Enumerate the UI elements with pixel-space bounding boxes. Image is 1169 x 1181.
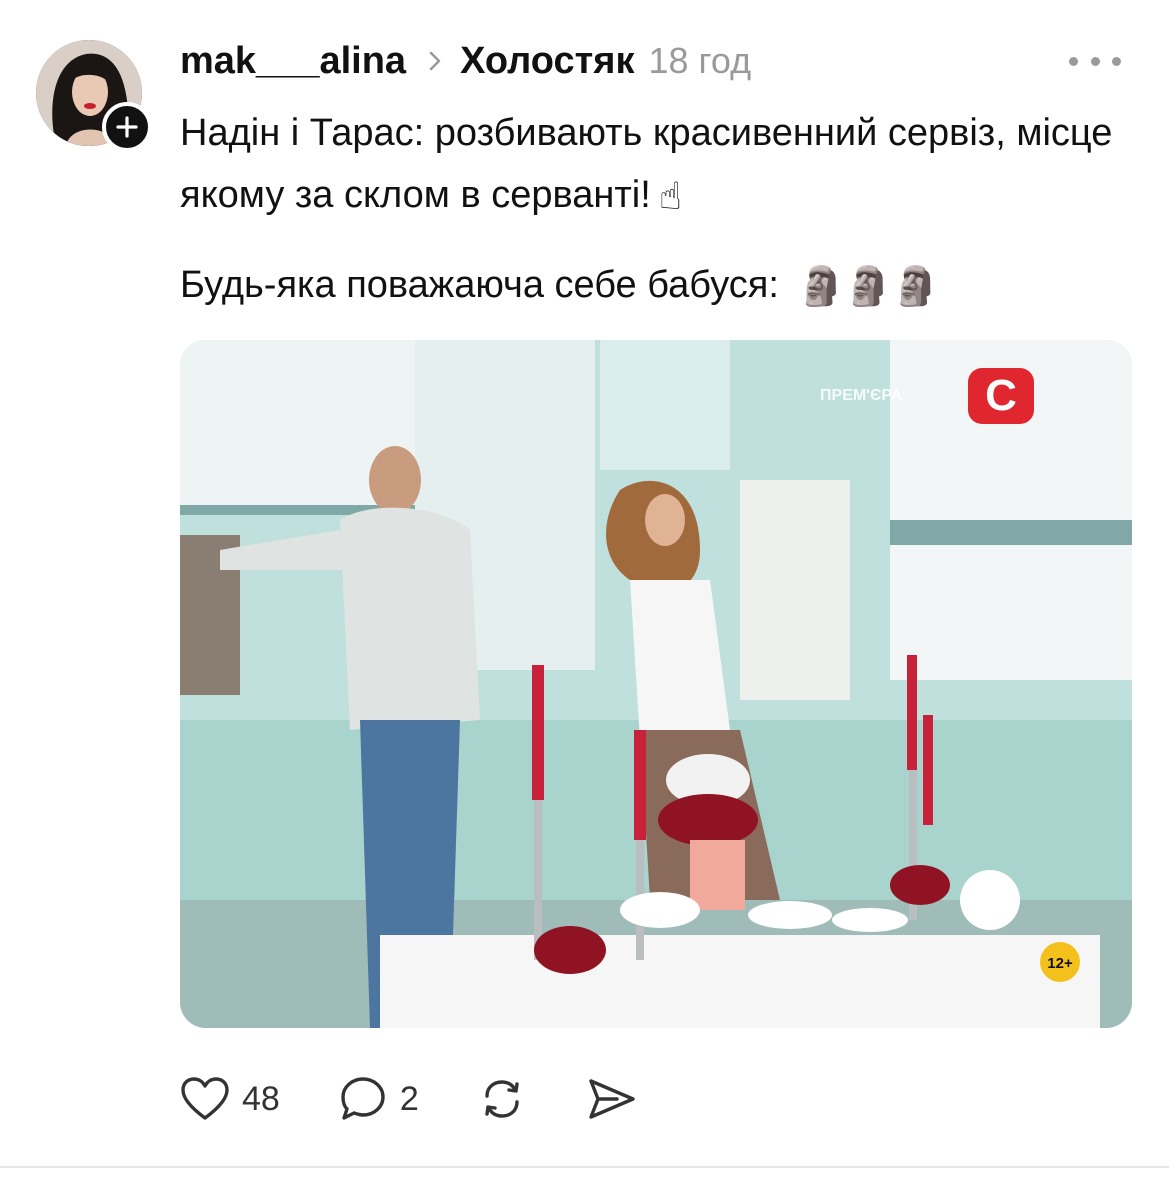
post-image[interactable]: ПРЕМ'ЄРА C 12+ xyxy=(180,340,1132,1028)
post-text-line-1: Надін і Тарас: розбивають красивенний се… xyxy=(180,112,1113,216)
tv-still-image: ПРЕМ'ЄРА C 12+ xyxy=(180,340,1132,1028)
repost-button[interactable] xyxy=(477,1074,527,1124)
comment-button[interactable]: 2 xyxy=(338,1074,419,1124)
post-header: mak___alina Холостяк 18 год xyxy=(180,36,1069,86)
svg-text:C: C xyxy=(985,371,1017,420)
channel-logo: C xyxy=(968,368,1034,424)
author-username[interactable]: mak___alina xyxy=(180,40,406,83)
age-rating-badge: 12+ xyxy=(1040,942,1080,982)
post-text-paragraph-1: Надін і Тарас: розбивають красивенний се… xyxy=(180,102,1120,228)
comment-icon xyxy=(341,1077,385,1120)
post-text-paragraph-2: Будь-яка поважаюча себе бабуся: 🗿🗿🗿 xyxy=(180,254,1120,318)
follow-button[interactable] xyxy=(102,102,152,152)
plus-icon xyxy=(116,116,138,138)
premiere-label: ПРЕМ'ЄРА xyxy=(820,387,903,404)
heart-icon xyxy=(181,1077,229,1120)
share-button[interactable] xyxy=(585,1074,639,1124)
svg-text:12+: 12+ xyxy=(1047,955,1073,972)
community-link[interactable]: Холостяк xyxy=(460,40,634,83)
post-actions: 48 2 xyxy=(180,1072,697,1126)
post-divider xyxy=(0,1166,1169,1168)
post-time: 18 год xyxy=(648,40,752,81)
more-options-button[interactable] xyxy=(1069,46,1121,76)
repost-icon xyxy=(485,1080,519,1118)
pointing-up-emoji: ☝ xyxy=(658,175,682,218)
post-body: Надін і Тарас: розбивають красивенний се… xyxy=(180,102,1120,318)
like-count: 48 xyxy=(242,1079,280,1118)
post-text-line-2: Будь-яка поважаюча себе бабуся: xyxy=(180,263,779,306)
comment-count: 2 xyxy=(399,1079,419,1118)
send-icon xyxy=(589,1079,635,1119)
ellipsis-icon xyxy=(1069,56,1078,66)
chevron-right-icon xyxy=(428,50,442,72)
moai-emoji: 🗿🗿🗿 xyxy=(797,265,940,308)
like-button[interactable]: 48 xyxy=(180,1076,280,1122)
